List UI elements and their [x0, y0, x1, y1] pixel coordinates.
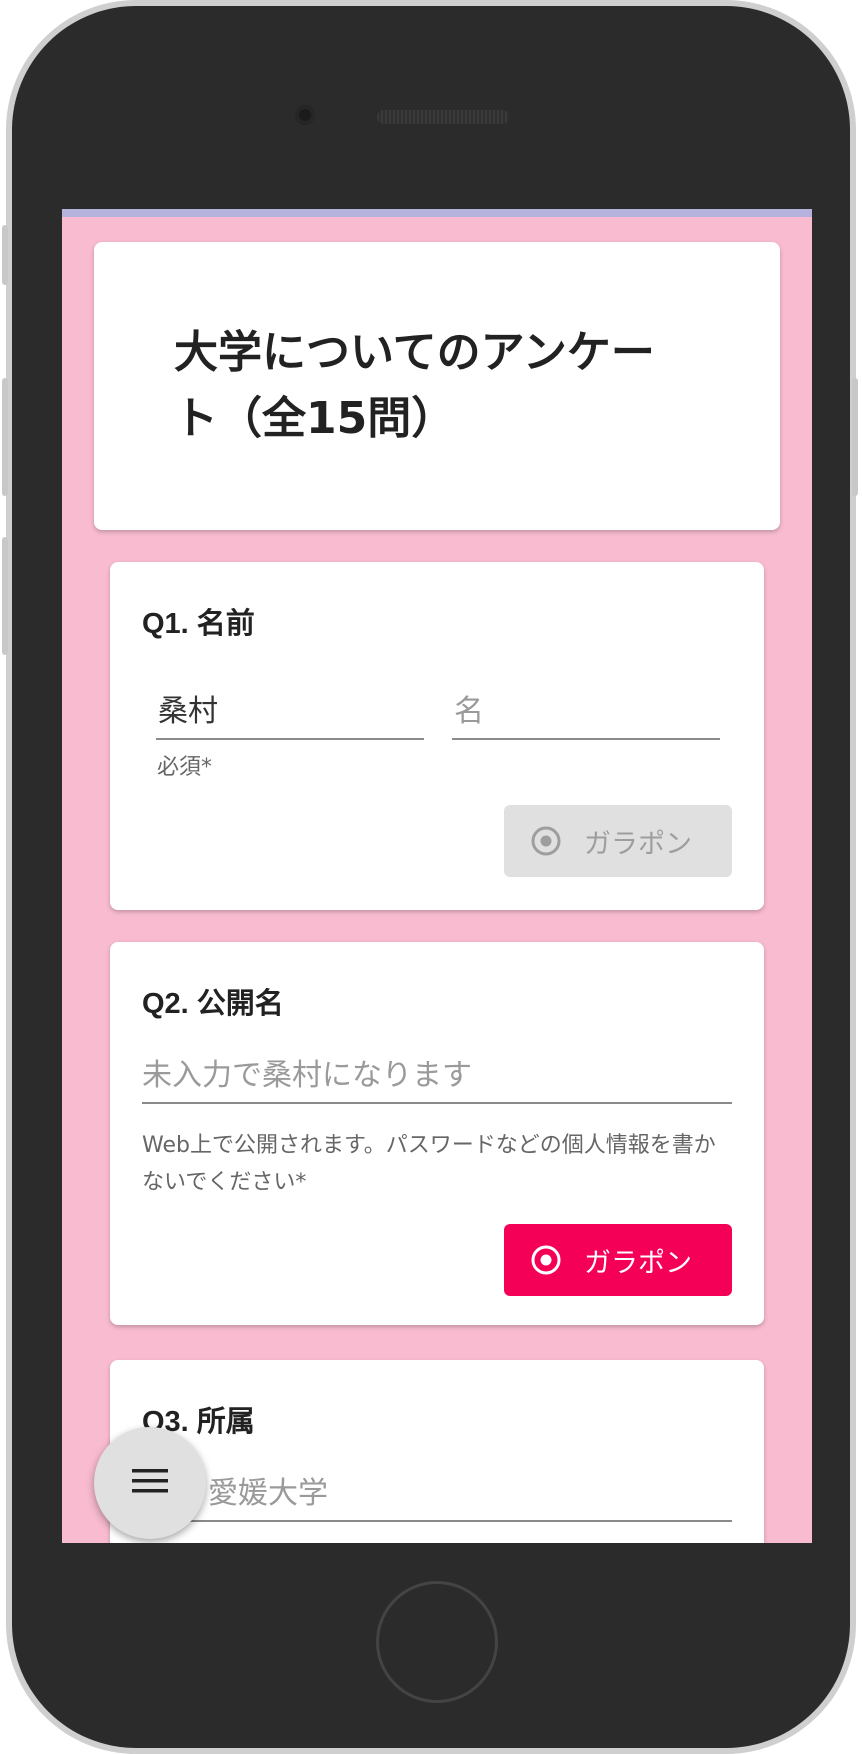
front-camera	[295, 105, 315, 125]
question-title-q2: Q2. 公開名	[142, 988, 284, 1020]
radio-target-icon	[530, 1244, 562, 1276]
form-title: 大学についてのアンケート（全15問）	[174, 327, 655, 444]
gara-button-q2[interactable]: ガラポン	[504, 1224, 732, 1296]
gara-button-label: ガラポン	[584, 1247, 692, 1279]
phone-frame: 大学についてのアンケート（全15問） Q1. 名前 桑村 名 必須* ガラポン …	[2, 0, 858, 1754]
question-card-q2: Q2. 公開名 未入力で桑村になります Web上で公開されます。パスワードなどの…	[110, 942, 764, 1325]
power-button	[852, 378, 858, 496]
last-name-field[interactable]: 桑村	[156, 692, 424, 740]
earpiece-speaker	[377, 110, 509, 124]
menu-fab-button[interactable]	[94, 1427, 206, 1539]
top-bar	[62, 209, 812, 217]
screen: 大学についてのアンケート（全15問） Q1. 名前 桑村 名 必須* ガラポン …	[62, 209, 812, 1543]
volume-down-button	[2, 537, 8, 655]
radio-target-icon	[530, 825, 562, 857]
gara-button-label: ガラポン	[584, 828, 692, 860]
q2-helper-text: Web上で公開されます。パスワードなどの個人情報を書かないでください*	[142, 1133, 716, 1195]
volume-up-button	[2, 378, 8, 496]
public-name-placeholder: 未入力で桑村になります	[142, 1058, 472, 1093]
public-name-field[interactable]: 未入力で桑村になります	[142, 1056, 732, 1104]
mute-switch	[2, 225, 8, 285]
q1-helper-text: 必須*	[157, 755, 213, 780]
home-button[interactable]	[376, 1581, 498, 1703]
gara-button-q1[interactable]: ガラポン	[504, 805, 732, 877]
question-title-q1: Q1. 名前	[142, 608, 255, 640]
first-name-field[interactable]: 名	[452, 692, 720, 740]
affiliation-field[interactable]: 愛媛大学	[142, 1474, 732, 1522]
question-card-q1: Q1. 名前 桑村 名 必須* ガラポン	[110, 562, 764, 910]
last-name-value: 桑村	[158, 694, 218, 729]
menu-icon	[130, 1466, 170, 1500]
question-card-q3: Q3. 所属 愛媛大学	[110, 1360, 764, 1543]
form-title-card: 大学についてのアンケート（全15問）	[94, 242, 780, 530]
first-name-placeholder: 名	[454, 694, 484, 729]
